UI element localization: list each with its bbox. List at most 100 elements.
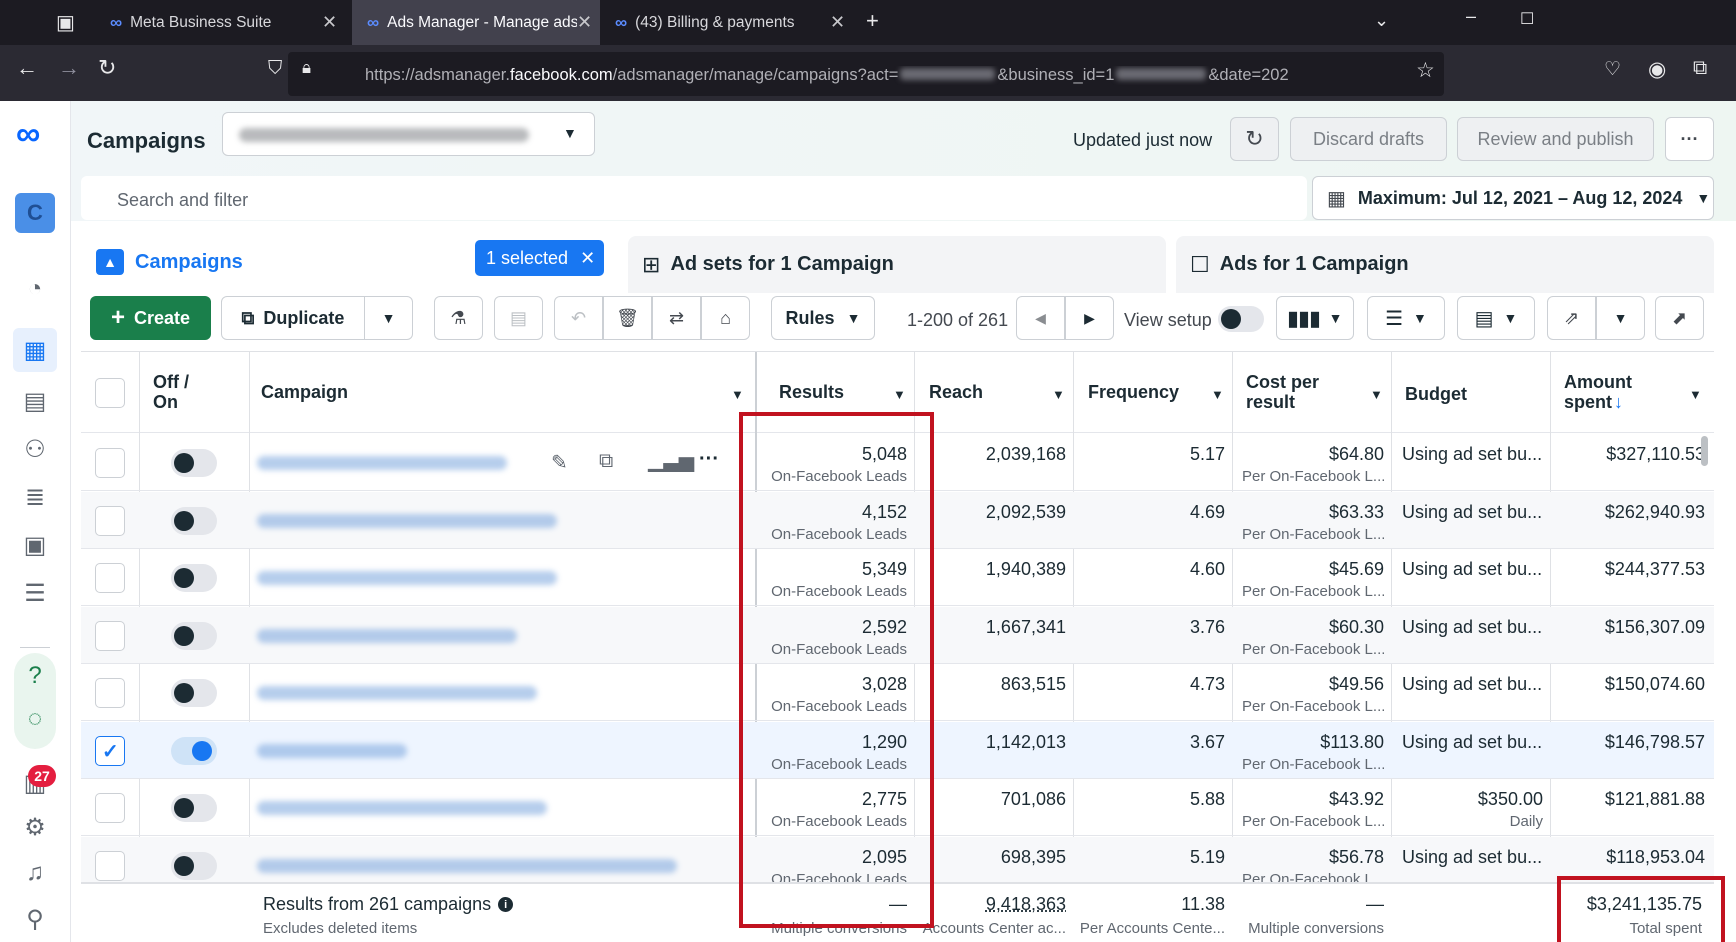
columns-button[interactable]: ▮▮▮ ▼	[1276, 296, 1354, 340]
close-tab-icon[interactable]: ✕	[830, 12, 845, 33]
campaign-name-blurred[interactable]	[257, 686, 537, 700]
audiences-icon[interactable]: ⚇	[15, 431, 55, 467]
row-checkbox[interactable]	[95, 620, 125, 651]
row-checkbox[interactable]	[95, 850, 125, 881]
row-checkbox[interactable]	[95, 563, 125, 593]
sort-caret-icon[interactable]: ▼	[1370, 387, 1383, 402]
events-manager-icon[interactable]: ▣	[15, 527, 55, 563]
url-text[interactable]: https://adsmanager.facebook.com/adsmanag…	[365, 66, 1405, 85]
campaign-name-blurred[interactable]	[257, 801, 547, 815]
delete-button[interactable]: 🗑︎	[603, 296, 652, 340]
prev-page-button[interactable]: ◀	[1016, 296, 1065, 340]
dashboard-icon[interactable]: ◔	[15, 271, 55, 307]
review-publish-button[interactable]: Review and publish	[1457, 117, 1654, 161]
export-button[interactable]: ⇗	[1547, 296, 1596, 340]
ab-compare-button[interactable]: ⇄	[652, 296, 701, 340]
search-icon[interactable]: ⚲	[15, 901, 55, 937]
breakdown-button[interactable]: ☰ ▼	[1367, 296, 1445, 340]
search-filter-bar[interactable]	[81, 176, 1307, 220]
duplicate-row-icon[interactable]: ⧉	[599, 450, 613, 473]
column-header-cost[interactable]: Cost per result	[1246, 372, 1319, 412]
column-header-campaign[interactable]: Campaign	[261, 382, 348, 403]
row-checkbox[interactable]: ✓	[95, 735, 125, 766]
paste-button[interactable]: ▤	[494, 296, 543, 340]
row-checkbox[interactable]	[95, 678, 125, 708]
select-all-checkbox[interactable]	[95, 378, 125, 408]
campaign-status-toggle[interactable]	[171, 621, 217, 650]
billing-icon[interactable]: ≣	[15, 479, 55, 515]
list-tabs-icon[interactable]: ⌄	[1374, 10, 1389, 31]
campaign-name-blurred[interactable]	[257, 858, 677, 873]
browser-tab-billing[interactable]: ∞ (43) Billing & payments ✕	[600, 0, 856, 45]
sort-caret-icon[interactable]: ▼	[893, 387, 906, 402]
tab-campaigns[interactable]: ▲ Campaigns 1 selected ✕	[81, 236, 621, 293]
back-icon[interactable]: ←	[16, 55, 38, 81]
maximize-icon[interactable]: ☐	[1520, 9, 1534, 29]
campaign-name-blurred[interactable]	[257, 571, 557, 585]
create-button[interactable]: + Create	[90, 296, 211, 340]
clear-selection-icon[interactable]: ✕	[580, 248, 595, 269]
sort-caret-icon[interactable]: ▼	[1689, 387, 1702, 402]
extensions-icon[interactable]: ⧉	[1693, 57, 1707, 80]
account-selector[interactable]: ▼	[222, 112, 595, 156]
rules-button[interactable]: Rules ▼	[771, 296, 875, 340]
sort-caret-icon[interactable]: ▼	[1052, 387, 1065, 402]
account-icon[interactable]: ◉	[1648, 57, 1666, 82]
row-checkbox[interactable]	[95, 505, 125, 536]
campaign-status-toggle[interactable]	[171, 449, 217, 477]
date-range-picker[interactable]: ▦ Maximum: Jul 12, 2021 – Aug 12, 2024 ▼	[1312, 176, 1714, 220]
campaign-status-toggle[interactable]	[171, 564, 217, 592]
column-header-frequency[interactable]: Frequency	[1088, 382, 1179, 403]
new-tab-icon[interactable]: +	[866, 8, 879, 34]
all-tools-icon[interactable]: ☰	[15, 575, 55, 611]
campaign-status-toggle[interactable]	[171, 794, 217, 822]
table-scrollbar[interactable]	[1701, 436, 1708, 466]
campaign-status-toggle[interactable]	[171, 851, 217, 880]
row-checkbox[interactable]	[95, 448, 125, 478]
charts-button[interactable]: ⬈	[1655, 296, 1704, 340]
column-header-results[interactable]: Results	[779, 382, 844, 403]
row-more-icon[interactable]: ···	[699, 448, 719, 471]
more-options-button[interactable]: ···	[1665, 117, 1714, 161]
pocket-icon[interactable]: ♡	[1604, 58, 1621, 81]
minimize-icon[interactable]: –	[1466, 6, 1476, 27]
column-header-budget[interactable]: Budget	[1405, 384, 1467, 405]
view-setup-toggle[interactable]	[1218, 306, 1264, 332]
row-checkbox[interactable]	[95, 793, 125, 823]
campaign-status-toggle[interactable]	[171, 736, 217, 765]
reports-icon[interactable]: ▤	[15, 383, 55, 419]
campaign-name-blurred[interactable]	[257, 628, 517, 643]
ab-test-button[interactable]: ⚗	[434, 296, 483, 340]
campaign-status-toggle[interactable]	[171, 506, 217, 535]
meta-logo-icon[interactable]: ∞	[16, 115, 40, 154]
column-header-reach[interactable]: Reach	[929, 382, 983, 403]
notifications-bell-icon[interactable]: ♫	[15, 855, 55, 891]
bookmark-star-icon[interactable]: ☆	[1416, 58, 1435, 83]
settings-gear-icon[interactable]: ⚙	[15, 809, 55, 845]
campaigns-table-icon[interactable]: ▦	[13, 328, 57, 372]
campaign-name-blurred[interactable]	[257, 456, 507, 470]
view-charts-icon[interactable]: ▁▃▅	[648, 448, 694, 473]
undo-button[interactable]: ↶	[554, 296, 603, 340]
campaign-status-toggle[interactable]	[171, 679, 217, 707]
info-icon[interactable]: i	[498, 897, 514, 912]
duplicate-button[interactable]: ⧉ Duplicate	[221, 296, 365, 340]
reports-button[interactable]: ▤ ▼	[1457, 296, 1535, 340]
selected-chip[interactable]: 1 selected ✕	[475, 240, 604, 276]
campaign-name-blurred[interactable]	[257, 513, 557, 528]
close-tab-icon[interactable]: ✕	[322, 12, 337, 33]
column-header-offon[interactable]: Off / On	[153, 372, 189, 412]
shield-icon[interactable]: ⛉	[268, 58, 282, 80]
tab-overview-icon[interactable]: ▣	[56, 10, 75, 35]
feedback-icon[interactable]: ◌	[15, 701, 55, 737]
edit-pencil-icon[interactable]: ✎	[551, 450, 568, 475]
account-avatar[interactable]: C	[15, 193, 55, 233]
duplicate-dropdown[interactable]: ▼	[365, 296, 413, 340]
campaign-name-blurred[interactable]	[257, 743, 407, 758]
close-tab-icon[interactable]: ✕	[577, 12, 592, 33]
refresh-button[interactable]: ↻	[1230, 117, 1279, 161]
browser-tab-ads-manager[interactable]: ∞ Ads Manager - Manage ads - C ✕	[352, 0, 600, 45]
tag-button[interactable]: ⌂	[701, 296, 750, 340]
discard-drafts-button[interactable]: Discard drafts	[1290, 117, 1447, 161]
forward-icon[interactable]: →	[58, 55, 80, 81]
